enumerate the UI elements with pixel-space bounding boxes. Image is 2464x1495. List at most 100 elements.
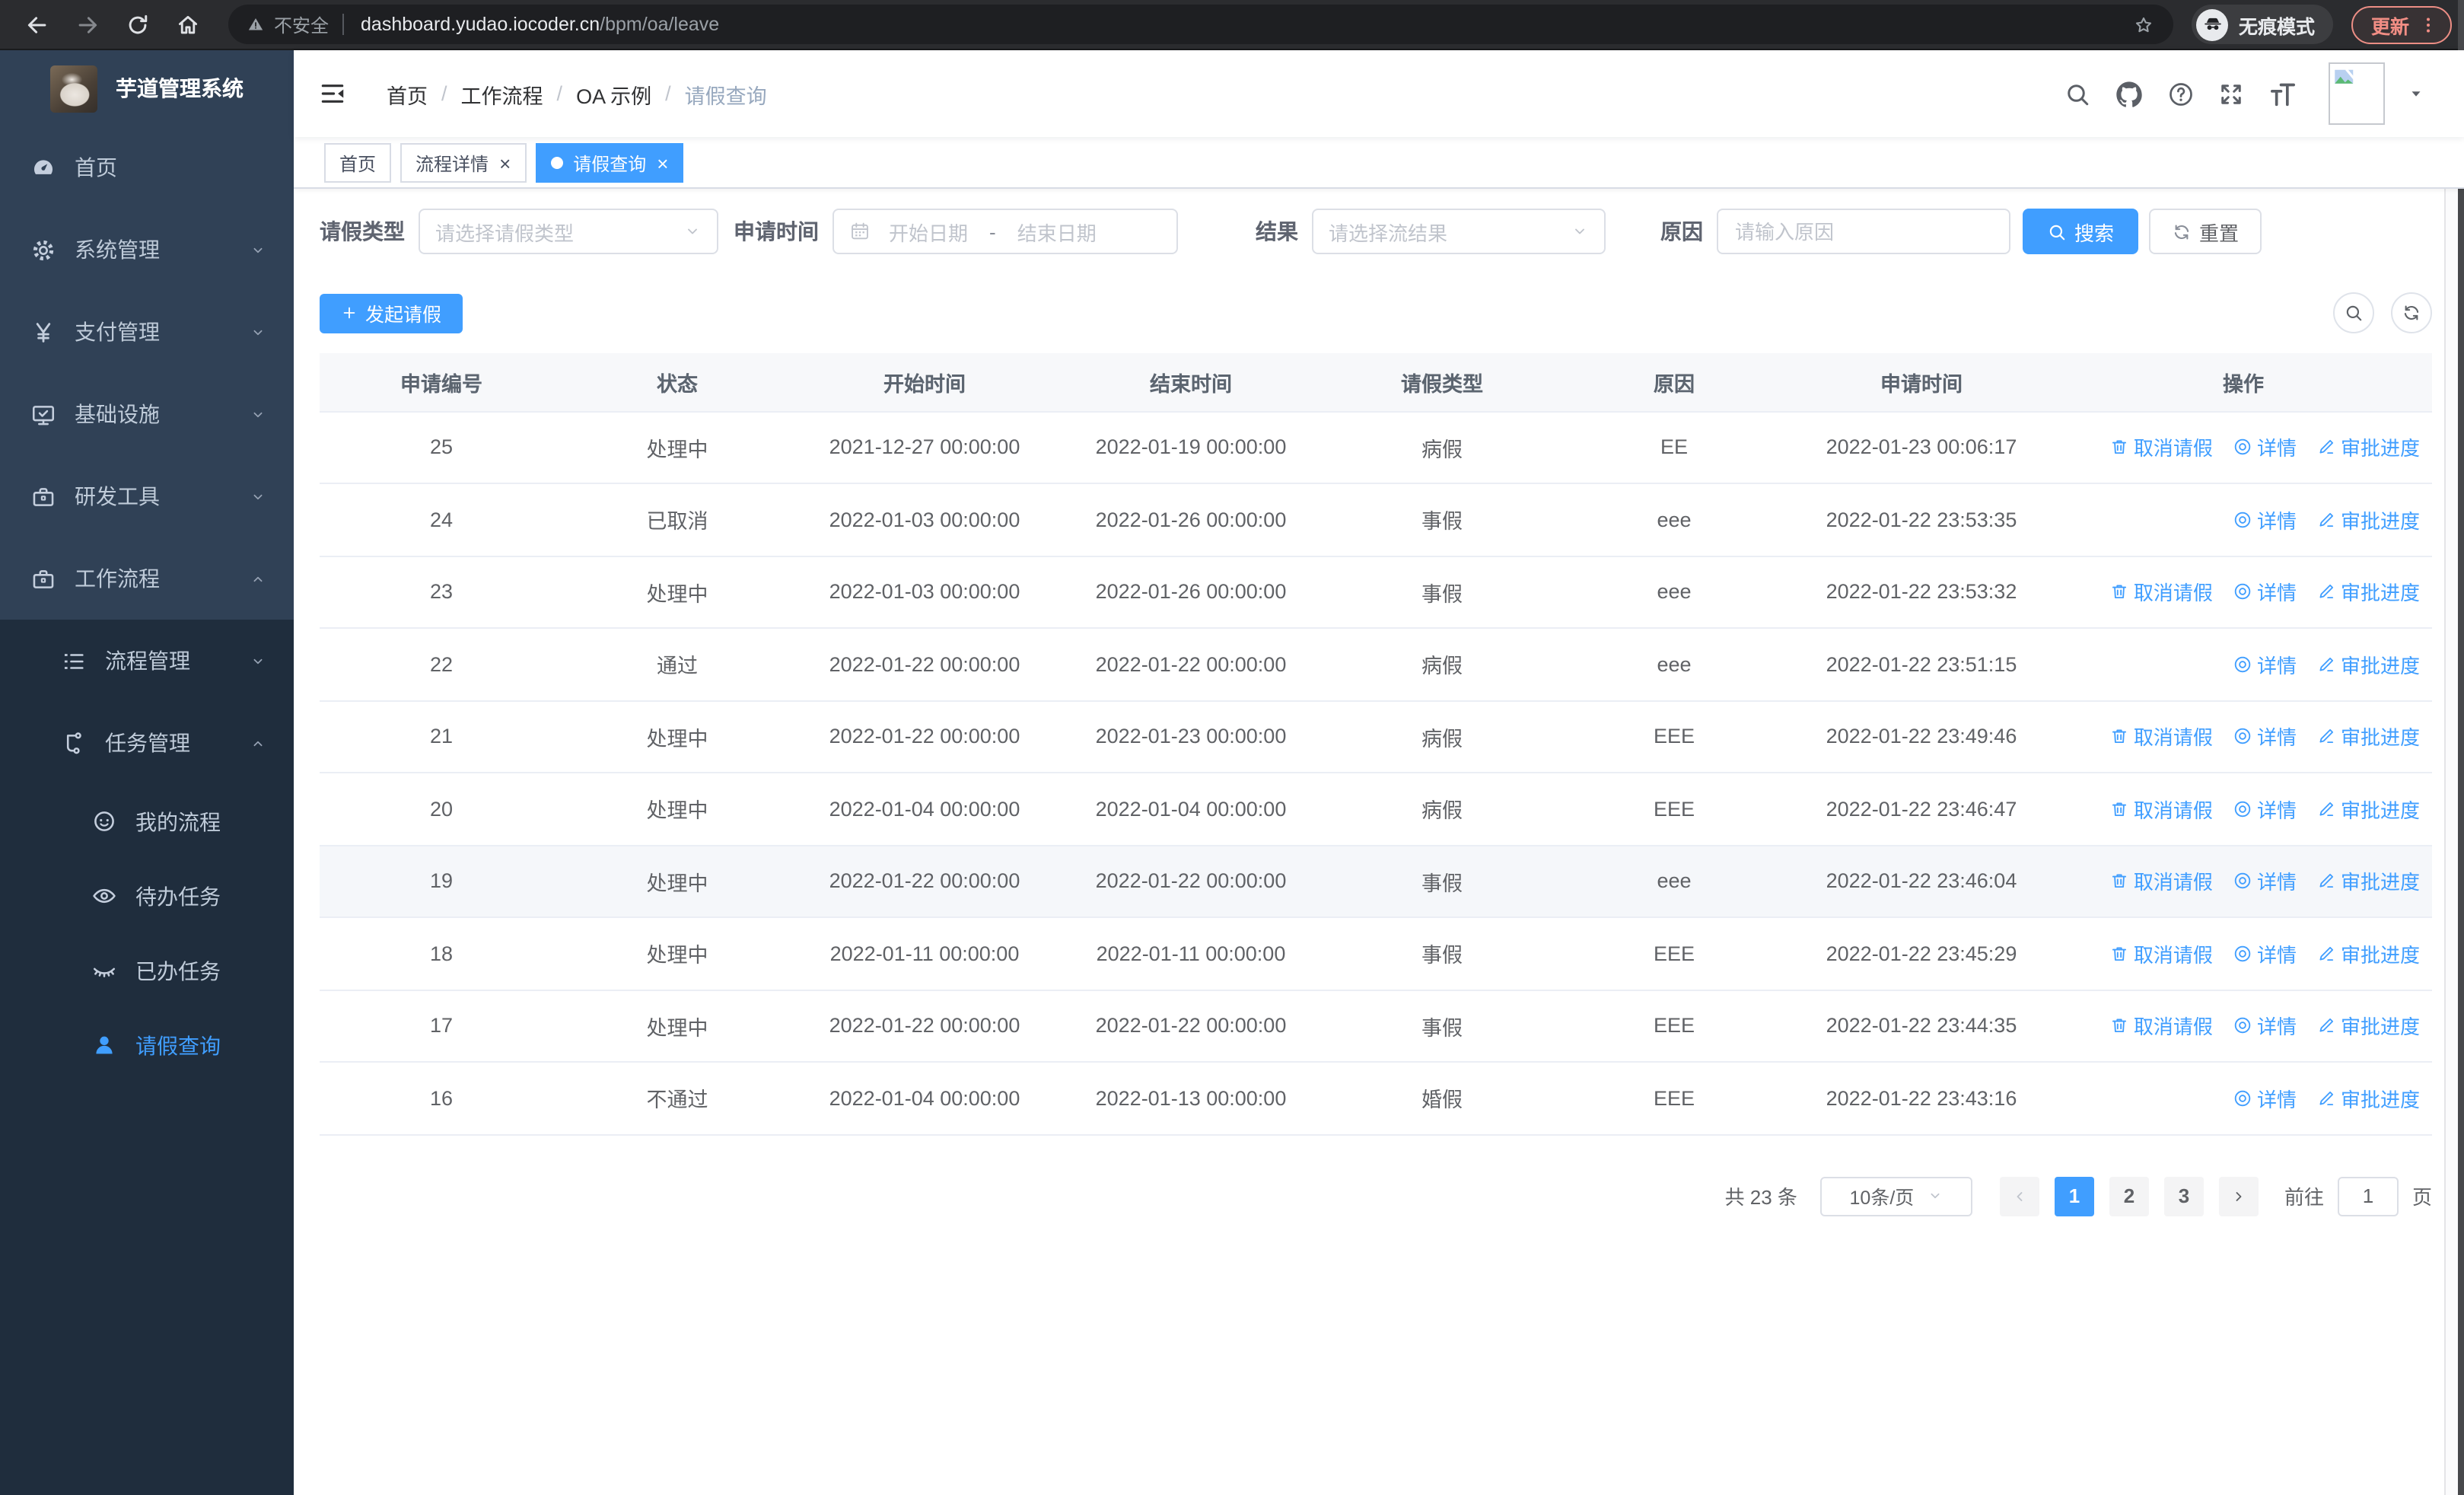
browser-forward-icon[interactable]: [75, 11, 100, 37]
sidebar-item-devtools[interactable]: 研发工具: [0, 455, 294, 537]
sidebar-item-todo-tasks[interactable]: 待办任务: [0, 859, 294, 933]
sidebar-item-task-mgmt[interactable]: 任务管理: [0, 702, 294, 784]
goto-page-input[interactable]: [2337, 1176, 2399, 1216]
avatar-caret-down-icon[interactable]: [2408, 85, 2424, 102]
security-warning-icon[interactable]: [247, 15, 265, 33]
tab-leave-query[interactable]: 请假查询 ×: [535, 143, 684, 183]
table-row[interactable]: 24 已取消 2022-01-03 00:00:00 2022-01-26 00:00…: [320, 483, 2432, 556]
sidebar-item-system[interactable]: 系统管理: [0, 209, 294, 291]
table-row[interactable]: 23 处理中 2022-01-03 00:00:00 2022-01-26 00:00…: [320, 556, 2432, 629]
action-progress[interactable]: 审批进度: [2316, 505, 2420, 534]
table-row[interactable]: 22 通过 2022-01-22 00:00:00 2022-01-22 00:00:…: [320, 628, 2432, 701]
reset-button[interactable]: 重置: [2149, 209, 2262, 254]
chevron-down-icon: [250, 652, 266, 669]
tab-home[interactable]: 首页: [324, 143, 392, 183]
tab-close-icon[interactable]: ×: [499, 153, 511, 173]
action-detail[interactable]: 详情: [2233, 867, 2297, 896]
address-bar[interactable]: 不安全 dashboard.yudao.iocoder.cn/bpm/oa/le…: [228, 5, 2173, 44]
sidebar-item-my-process[interactable]: 我的流程: [0, 784, 294, 859]
sidebar-fold-icon[interactable]: [318, 79, 347, 108]
breadcrumb-item[interactable]: 首页: [387, 78, 428, 109]
browser-update-menu-button[interactable]: 更新: [2351, 5, 2453, 43]
action-progress[interactable]: 审批进度: [2316, 722, 2420, 751]
action-cancel[interactable]: 取消请假: [2109, 795, 2213, 824]
toggle-search-button[interactable]: [2333, 292, 2374, 333]
breadcrumb-item[interactable]: 工作流程: [461, 78, 543, 109]
action-progress[interactable]: 审批进度: [2316, 1084, 2420, 1113]
prev-page-button[interactable]: [1999, 1176, 2039, 1216]
result-select[interactable]: 请选择流结果: [1312, 209, 1606, 254]
create-leave-button[interactable]: 发起请假: [320, 293, 463, 333]
cell-end: 2022-01-11 00:00:00: [1058, 917, 1324, 990]
progress-icon: [2316, 1016, 2336, 1036]
font-size-icon[interactable]: [2268, 78, 2298, 109]
action-cancel[interactable]: 取消请假: [2109, 578, 2213, 607]
sidebar-item-process-mgmt[interactable]: 流程管理: [0, 620, 294, 702]
action-cancel[interactable]: 取消请假: [2109, 867, 2213, 896]
leave-type-select[interactable]: 请选择请假类型: [419, 209, 718, 254]
action-detail[interactable]: 详情: [2233, 433, 2297, 462]
refresh-table-button[interactable]: [2391, 292, 2432, 333]
goto-label: 前往: [2284, 1186, 2324, 1209]
table-row[interactable]: 20 处理中 2022-01-04 00:00:00 2022-01-04 00:00…: [320, 773, 2432, 846]
action-progress[interactable]: 审批进度: [2316, 867, 2420, 896]
action-detail[interactable]: 详情: [2233, 795, 2297, 824]
action-detail[interactable]: 详情: [2233, 1084, 2297, 1113]
sidebar-item-workflow[interactable]: 工作流程: [0, 537, 294, 620]
next-page-button[interactable]: [2218, 1176, 2259, 1216]
browser-reload-icon[interactable]: [125, 11, 151, 37]
browser-back-icon[interactable]: [24, 11, 50, 37]
breadcrumb-item[interactable]: OA 示例: [576, 78, 651, 109]
action-cancel[interactable]: 取消请假: [2109, 1012, 2213, 1041]
scrollbar-gutter[interactable]: [2444, 50, 2458, 1495]
table-row[interactable]: 16 不通过 2022-01-04 00:00:00 2022-01-13 00:00…: [320, 1062, 2432, 1135]
action-progress[interactable]: 审批进度: [2316, 650, 2420, 679]
table-row[interactable]: 18 处理中 2022-01-11 00:00:00 2022-01-11 00:00…: [320, 917, 2432, 990]
help-icon[interactable]: [2167, 80, 2195, 107]
kebab-menu-icon[interactable]: [2417, 13, 2440, 36]
action-progress[interactable]: 审批进度: [2316, 795, 2420, 824]
action-progress[interactable]: 审批进度: [2316, 939, 2420, 968]
sidebar-item-infra[interactable]: 基础设施: [0, 373, 294, 455]
action-progress[interactable]: 审批进度: [2316, 433, 2420, 462]
table-row[interactable]: 21 处理中 2022-01-22 00:00:00 2022-01-23 00:00…: [320, 700, 2432, 773]
page-button-1[interactable]: 1: [2054, 1176, 2094, 1216]
action-progress[interactable]: 审批进度: [2316, 1012, 2420, 1041]
tab-process-detail[interactable]: 流程详情 ×: [400, 143, 527, 183]
action-progress[interactable]: 审批进度: [2316, 578, 2420, 607]
browser-home-icon[interactable]: [175, 11, 201, 37]
action-cancel[interactable]: 取消请假: [2109, 722, 2213, 751]
sidebar-logo-row[interactable]: 芋道管理系统: [0, 50, 294, 126]
action-detail[interactable]: 详情: [2233, 939, 2297, 968]
action-detail[interactable]: 详情: [2233, 1012, 2297, 1041]
tab-label: 请假查询: [573, 153, 647, 174]
search-button[interactable]: 搜索: [2023, 209, 2139, 254]
page-button-3[interactable]: 3: [2163, 1176, 2204, 1216]
sidebar-item-leave-query[interactable]: 请假查询: [0, 1008, 294, 1082]
fullscreen-icon[interactable]: [2217, 80, 2245, 107]
tab-close-icon[interactable]: ×: [657, 153, 668, 173]
sidebar-item-home[interactable]: 首页: [0, 126, 294, 209]
action-detail[interactable]: 详情: [2233, 650, 2297, 679]
page-button-2[interactable]: 2: [2109, 1176, 2149, 1216]
page-size-select[interactable]: 10条/页: [1819, 1176, 1972, 1216]
user-avatar[interactable]: [2329, 62, 2385, 125]
table-row[interactable]: 17 处理中 2022-01-22 00:00:00 2022-01-22 00:00…: [320, 990, 2432, 1063]
github-icon[interactable]: [2114, 78, 2144, 109]
bookmark-star-icon[interactable]: [2132, 13, 2155, 36]
table-row[interactable]: 19 处理中 2022-01-22 00:00:00 2022-01-22 00:00…: [320, 845, 2432, 918]
action-cancel[interactable]: 取消请假: [2109, 939, 2213, 968]
cell-actions: 取消请假 详情 审批进度: [2055, 556, 2432, 629]
table-row[interactable]: 25 处理中 2021-12-27 00:00:00 2022-01-19 00:00…: [320, 411, 2432, 484]
reason-input[interactable]: [1735, 220, 1992, 243]
tab-label: 流程详情: [415, 153, 489, 174]
action-detail[interactable]: 详情: [2233, 722, 2297, 751]
sidebar-item-done-tasks[interactable]: 已办任务: [0, 933, 294, 1008]
action-detail[interactable]: 详情: [2233, 505, 2297, 534]
date-range-picker[interactable]: 开始日期 - 结束日期: [832, 209, 1178, 254]
range-separator: -: [989, 220, 996, 243]
sidebar-item-payment[interactable]: 支付管理: [0, 291, 294, 373]
action-detail[interactable]: 详情: [2233, 578, 2297, 607]
header-search-icon[interactable]: [2064, 80, 2091, 107]
action-cancel[interactable]: 取消请假: [2109, 433, 2213, 462]
